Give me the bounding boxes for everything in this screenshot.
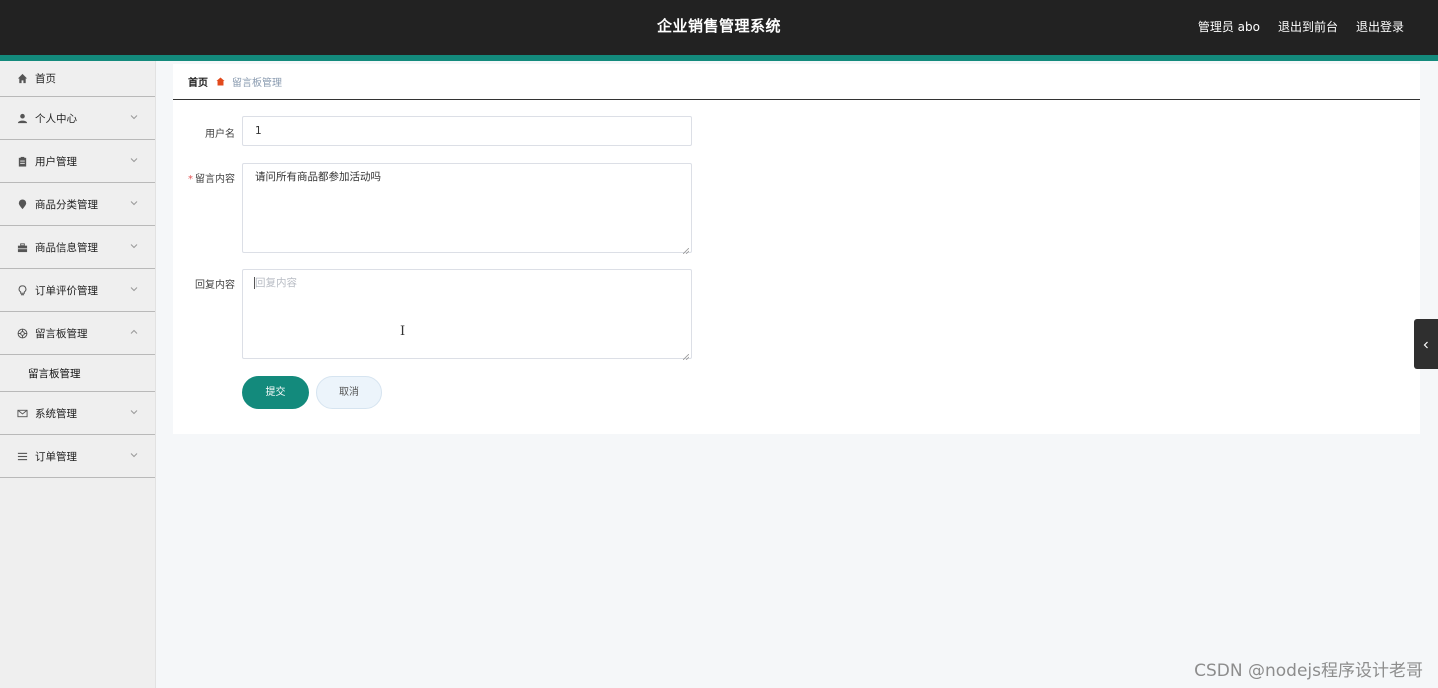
sidebar-item-label: 留言板管理: [35, 327, 88, 340]
text-caret: [254, 277, 255, 289]
mail-icon: [16, 407, 28, 419]
sidebar: 首页 个人中心 用户管理 商品分类管理 商品信息管理 订单评价管理 留言板管理 …: [0, 61, 156, 688]
chevron-down-icon: [129, 407, 139, 417]
header-links: 管理员 abo 退出到前台 退出登录: [1198, 0, 1404, 52]
exit-to-frontend-link[interactable]: 退出到前台: [1278, 18, 1338, 35]
breadcrumb-home[interactable]: 首页: [188, 74, 208, 89]
clipboard-icon: [16, 155, 28, 167]
submit-button[interactable]: 提交: [242, 376, 309, 409]
chevron-down-icon: [129, 112, 139, 122]
lifebuoy-icon: [16, 327, 28, 339]
cancel-button[interactable]: 取消: [316, 376, 382, 409]
sidebar-item-user-management[interactable]: 用户管理: [0, 140, 155, 183]
reply-textarea[interactable]: 回复内容: [242, 269, 692, 361]
sidebar-item-label: 用户管理: [35, 155, 77, 168]
menu-icon: [16, 450, 28, 462]
content-label-wrap: * 留言内容: [173, 170, 235, 185]
reply-textarea-placeholder: 回复内容: [255, 277, 297, 289]
content-textarea-value: 请问所有商品都参加活动吗: [255, 171, 381, 183]
sidebar-item-label: 系统管理: [35, 407, 77, 420]
resize-grip-icon[interactable]: [682, 350, 690, 361]
sidebar-item-product-management[interactable]: 商品信息管理: [0, 226, 155, 269]
chevron-up-icon: [129, 327, 139, 337]
sidebar-item-label: 首页: [35, 73, 56, 85]
resize-grip-icon[interactable]: [682, 244, 690, 255]
chevron-down-icon: [129, 241, 139, 251]
breadcrumb-home-icon: [216, 77, 225, 86]
watermark: CSDN @nodejs程序设计老哥: [1194, 661, 1423, 681]
sidebar-item-label: 商品分类管理: [35, 198, 98, 211]
sidebar-item-label: 订单评价管理: [35, 284, 98, 297]
content-textarea[interactable]: 请问所有商品都参加活动吗: [242, 163, 692, 255]
sidebar-item-system-management[interactable]: 系统管理: [0, 392, 155, 435]
sidebar-item-order-review-management[interactable]: 订单评价管理: [0, 269, 155, 312]
side-panel-toggle[interactable]: [1414, 319, 1438, 369]
chevron-left-icon: [1421, 335, 1431, 354]
username-label: 用户名: [205, 129, 235, 140]
header-accent-bar: [0, 55, 1438, 61]
breadcrumb: 首页 留言板管理: [173, 64, 1420, 100]
lightbulb-icon: [16, 284, 28, 296]
sidebar-item-message-board-management[interactable]: 留言板管理: [0, 312, 155, 355]
chevron-down-icon: [129, 155, 139, 165]
home-icon: [16, 73, 28, 85]
username-input[interactable]: 1: [242, 116, 692, 146]
briefcase-icon: [16, 241, 28, 253]
chevron-down-icon: [129, 284, 139, 294]
required-mark: *: [188, 174, 193, 185]
chevron-down-icon: [129, 198, 139, 208]
sidebar-item-order-management[interactable]: 订单管理: [0, 435, 155, 478]
chevron-down-icon: [129, 450, 139, 460]
sidebar-item-label: 订单管理: [35, 450, 77, 463]
sidebar-item-personal-center[interactable]: 个人中心: [0, 97, 155, 140]
sidebar-item-label: 商品信息管理: [35, 241, 98, 254]
sidebar-subitem-message-board[interactable]: 留言板管理: [0, 355, 155, 392]
current-user-label: 管理员 abo: [1197, 19, 1260, 34]
user-icon: [16, 112, 28, 124]
logout-link[interactable]: 退出登录: [1356, 18, 1404, 35]
pin-icon: [16, 198, 28, 210]
sidebar-item-home[interactable]: 首页: [0, 61, 155, 97]
text-cursor-icon: I: [400, 324, 406, 339]
reply-label: 回复内容: [195, 280, 235, 291]
sidebar-item-category-management[interactable]: 商品分类管理: [0, 183, 155, 226]
main-content-card: 首页 留言板管理 用户名 1 * 留言内容 请问所有商品都参加活动吗 回复内容 回…: [173, 64, 1420, 434]
breadcrumb-current: 留言板管理: [232, 78, 282, 89]
content-label: 留言内容: [195, 174, 235, 185]
sidebar-item-label: 个人中心: [35, 112, 77, 125]
